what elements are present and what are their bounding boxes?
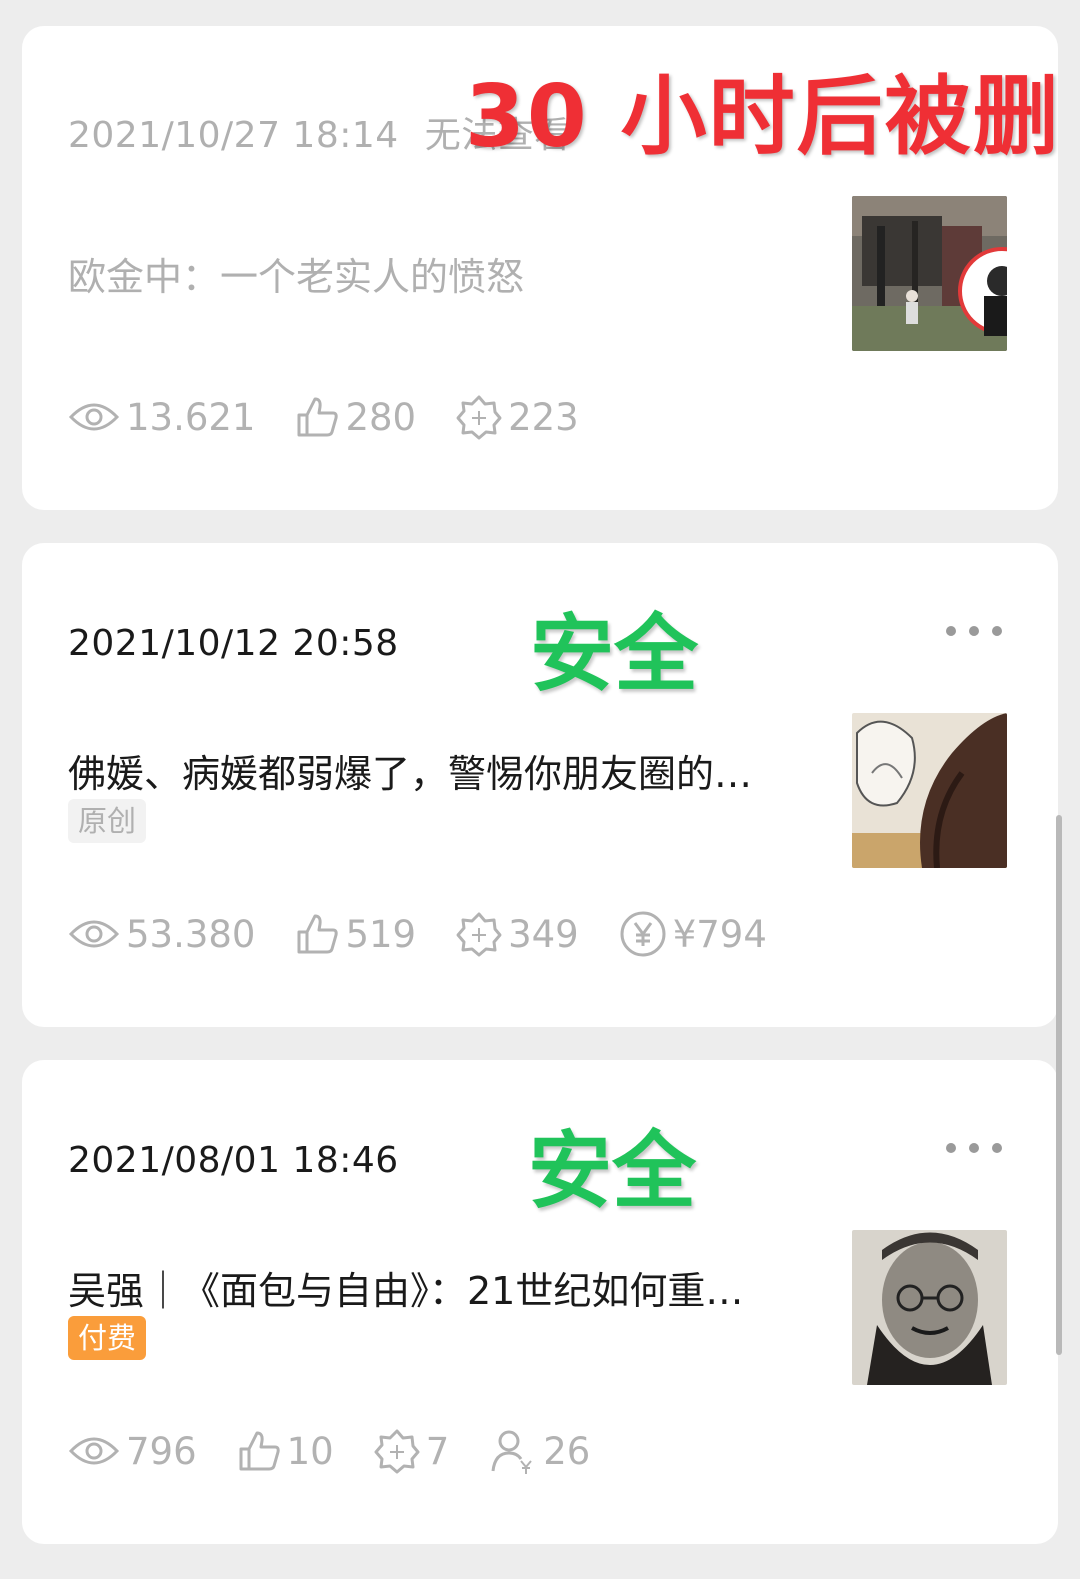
wows-count: 223 <box>508 395 579 439</box>
date-text: 2021/10/27 18:14 <box>68 115 399 156</box>
article-thumbnail[interactable] <box>852 196 1007 351</box>
wow-star-icon <box>374 1429 420 1474</box>
eye-icon <box>68 920 120 948</box>
paid-readers-stat: 26 <box>489 1427 590 1475</box>
wows-count: 7 <box>425 1429 450 1473</box>
thumbnail-image <box>852 1230 1007 1385</box>
wows-stat: 349 <box>456 911 579 957</box>
views-stat: 13.621 <box>68 396 255 439</box>
likes-count: 519 <box>345 912 417 956</box>
safe-overlay-label: 安全 <box>528 1122 697 1220</box>
thumbs-up-icon <box>239 1431 280 1471</box>
likes-count: 280 <box>345 395 417 439</box>
likes-stat: 10 <box>237 1429 334 1473</box>
views-count: 53.380 <box>126 912 256 956</box>
wows-stat: 7 <box>374 1428 450 1474</box>
article-card-safe-1[interactable]: 2021/10/12 20:58 佛媛、病媛都弱爆了，警惕你朋友圈的… 原创 5… <box>22 543 1058 1027</box>
views-stat: 796 <box>68 1430 197 1473</box>
thumbs-up-icon <box>297 397 339 437</box>
paid-readers-count: 26 <box>543 1429 591 1473</box>
likes-count: 10 <box>286 1429 334 1473</box>
article-thumbnail[interactable] <box>852 1230 1007 1385</box>
thumbnail-image <box>852 196 1007 351</box>
yuan-coin-icon <box>620 911 666 957</box>
original-tag: 原创 <box>68 799 147 843</box>
eye-icon <box>68 403 120 431</box>
article-stats: 53.380 519 349 ¥794 <box>68 911 807 957</box>
thumbs-up-icon <box>297 914 339 954</box>
reward-amount: ¥794 <box>672 912 767 956</box>
article-stats: 796 10 7 26 <box>68 1428 630 1474</box>
paid-reader-icon <box>491 1430 533 1474</box>
deleted-overlay-label: 30 小时后被删 <box>465 67 1061 167</box>
article-date: 2021/10/12 20:58 <box>68 623 399 664</box>
wow-star-icon <box>456 395 502 440</box>
wows-stat: 223 <box>456 394 579 440</box>
article-title[interactable]: 欧金中：一个老实人的愤怒 <box>68 246 790 301</box>
views-count: 13.621 <box>126 395 256 439</box>
paid-tag: 付费 <box>68 1316 147 1360</box>
article-list-page: 2021/10/27 18:14 无法查看 欧金中：一个老实人的愤怒 13.62… <box>0 0 1080 1579</box>
scrollbar[interactable] <box>1056 815 1062 1355</box>
safe-overlay-label: 安全 <box>530 605 699 703</box>
likes-stat: 280 <box>295 395 416 439</box>
article-date: 2021/08/01 18:46 <box>68 1140 399 1181</box>
views-stat: 53.380 <box>68 913 255 956</box>
more-icon[interactable] <box>946 621 1002 641</box>
article-title[interactable]: 吴强｜《面包与自由》：21世纪如何重… <box>68 1260 790 1315</box>
more-icon[interactable] <box>946 1138 1002 1158</box>
likes-stat: 519 <box>295 912 416 956</box>
wows-count: 349 <box>508 912 579 956</box>
article-card-safe-2[interactable]: 2021/08/01 18:46 吴强｜《面包与自由》：21世纪如何重… 付费 … <box>22 1060 1058 1544</box>
wow-star-icon <box>456 912 502 957</box>
eye-icon <box>68 1437 120 1465</box>
thumbnail-image <box>852 713 1007 868</box>
article-stats: 13.621 280 223 <box>68 394 619 440</box>
article-card-deleted[interactable]: 2021/10/27 18:14 无法查看 欧金中：一个老实人的愤怒 13.62… <box>22 26 1061 510</box>
article-thumbnail[interactable] <box>852 713 1007 868</box>
reward-stat: ¥794 <box>619 910 767 958</box>
views-count: 796 <box>126 1429 197 1473</box>
article-title[interactable]: 佛媛、病媛都弱爆了，警惕你朋友圈的… <box>68 743 790 798</box>
